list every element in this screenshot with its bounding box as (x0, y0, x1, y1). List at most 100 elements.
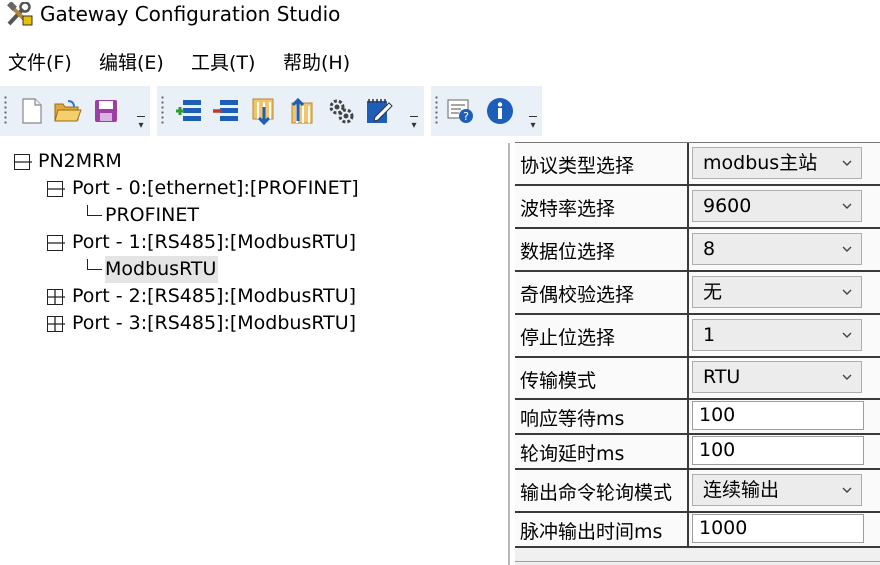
new-file-icon[interactable] (17, 96, 47, 126)
property-row: 脉冲输出时间ms 1000 (515, 513, 880, 548)
tree-connector-line (87, 259, 102, 270)
parity-select[interactable]: 无 (692, 276, 862, 308)
property-label: 数据位选择 (520, 241, 616, 263)
column-separator (687, 272, 689, 313)
property-row: 传输模式 RTU (515, 358, 880, 400)
tree-port-node[interactable]: Port - 3:[RS485]:[ModbusRTU] (72, 310, 356, 337)
toolbar-grip[interactable] (161, 95, 164, 125)
device-tree: PN2MRM Port - 0:[ethernet]:[PROFINET] PR… (0, 143, 508, 565)
column-separator (687, 358, 689, 398)
chevron-down-icon (842, 160, 852, 166)
menu-edit[interactable]: 编辑(E) (99, 48, 164, 78)
toolbar-grip[interactable] (435, 95, 438, 125)
add-device-icon[interactable] (174, 96, 204, 126)
column-separator (687, 143, 689, 184)
select-value: 连续输出 (703, 479, 780, 501)
title-bar: Gateway Configuration Studio (0, 0, 880, 32)
expand-icon[interactable] (47, 289, 65, 305)
property-grid: 协议类型选择 modbus主站 波特率选择 9600 数据位选择 8 奇偶校验选… (515, 142, 880, 553)
select-value: 9600 (703, 195, 752, 217)
column-separator (687, 435, 689, 468)
baud-rate-select[interactable]: 9600 (692, 190, 862, 222)
property-row: 奇偶校验选择 无 (515, 272, 880, 315)
expand-icon[interactable] (47, 316, 65, 332)
menu-help[interactable]: 帮助(H) (283, 48, 350, 78)
toolbar-overflow-chevron-icon[interactable]: ▾ (408, 112, 420, 131)
chevron-down-icon (842, 246, 852, 252)
toolbar-overflow-chevron-icon[interactable]: ▾ (135, 112, 147, 131)
column-separator (687, 229, 689, 270)
toolbar-overflow-chevron-icon[interactable]: ▾ (527, 112, 539, 131)
property-label: 波特率选择 (520, 198, 616, 220)
property-label: 响应等待ms (520, 408, 625, 430)
property-row: 协议类型选择 modbus主站 (515, 143, 880, 186)
poll-delay-input[interactable]: 100 (692, 436, 864, 465)
output-poll-mode-select[interactable]: 连续输出 (692, 474, 862, 506)
property-grid-scroll-edge (515, 552, 880, 565)
property-row: 波特率选择 9600 (515, 186, 880, 229)
info-icon[interactable] (485, 96, 515, 126)
protocol-type-select[interactable]: modbus主站 (692, 147, 862, 179)
stop-bits-select[interactable]: 1 (692, 319, 862, 351)
tree-port-node[interactable]: Port - 2:[RS485]:[ModbusRTU] (72, 283, 356, 310)
select-value: 1 (703, 324, 716, 346)
column-separator (687, 315, 689, 356)
svg-text:?: ? (463, 110, 469, 123)
select-value: 无 (703, 281, 723, 303)
tree-protocol-node-selected[interactable]: ModbusRTU (105, 256, 219, 283)
select-value: RTU (703, 366, 741, 388)
save-disk-icon[interactable] (91, 96, 121, 126)
column-separator (687, 400, 689, 433)
pane-splitter[interactable] (508, 143, 510, 565)
settings-gear-icon[interactable] (326, 96, 356, 126)
chevron-down-icon (842, 374, 852, 380)
column-separator (687, 513, 689, 546)
column-separator (687, 186, 689, 227)
toolbar-device-group: ▾ (157, 86, 424, 136)
property-label: 协议类型选择 (520, 155, 635, 177)
property-label: 奇偶校验选择 (520, 284, 635, 306)
collapse-icon[interactable] (14, 154, 32, 170)
collapse-icon[interactable] (47, 235, 65, 251)
remove-device-icon[interactable] (211, 96, 241, 126)
select-value: modbus主站 (703, 152, 818, 174)
property-label: 脉冲输出时间ms (520, 521, 663, 543)
property-label: 输出命令轮询模式 (520, 482, 673, 504)
property-label: 停止位选择 (520, 327, 616, 349)
window-title: Gateway Configuration Studio (40, 2, 341, 26)
tree-port-node[interactable]: Port - 0:[ethernet]:[PROFINET] (72, 175, 359, 202)
toolbar-grip[interactable] (4, 95, 7, 125)
menu-bar: 文件(F) 编辑(E) 工具(T) 帮助(H) (0, 48, 880, 78)
pulse-output-time-input[interactable]: 1000 (692, 514, 864, 543)
collapse-icon[interactable] (47, 181, 65, 197)
transfer-mode-select[interactable]: RTU (692, 361, 862, 393)
tree-connector-line (87, 205, 102, 216)
tree-root-node[interactable]: PN2MRM (38, 148, 122, 175)
help-context-icon[interactable]: ? (446, 96, 476, 126)
app-tools-icon (6, 1, 36, 28)
response-wait-input[interactable]: 100 (692, 401, 864, 430)
property-row: 轮询延时ms 100 (515, 435, 880, 470)
tree-port-node[interactable]: Port - 1:[RS485]:[ModbusRTU] (72, 229, 356, 256)
property-label: 轮询延时ms (520, 443, 625, 465)
property-row: 数据位选择 8 (515, 229, 880, 272)
property-row: 响应等待ms 100 (515, 400, 880, 435)
chevron-down-icon (842, 289, 852, 295)
chevron-down-icon (842, 487, 852, 493)
property-row: 输出命令轮询模式 连续输出 (515, 470, 880, 513)
chevron-down-icon (842, 332, 852, 338)
column-separator (687, 470, 689, 511)
menu-file[interactable]: 文件(F) (8, 48, 72, 78)
tree-protocol-node[interactable]: PROFINET (105, 202, 199, 229)
download-config-icon[interactable] (249, 96, 279, 126)
select-value: 8 (703, 238, 716, 260)
upload-config-icon[interactable] (286, 96, 316, 126)
data-bits-select[interactable]: 8 (692, 233, 862, 265)
property-label: 传输模式 (520, 370, 597, 392)
chevron-down-icon (842, 203, 852, 209)
menu-tools[interactable]: 工具(T) (191, 48, 255, 78)
open-folder-icon[interactable] (53, 96, 83, 126)
toolbar-help-group: ? ▾ (431, 86, 542, 136)
toolbar-file-group: ▾ (0, 86, 150, 136)
edit-note-icon[interactable] (364, 96, 394, 126)
